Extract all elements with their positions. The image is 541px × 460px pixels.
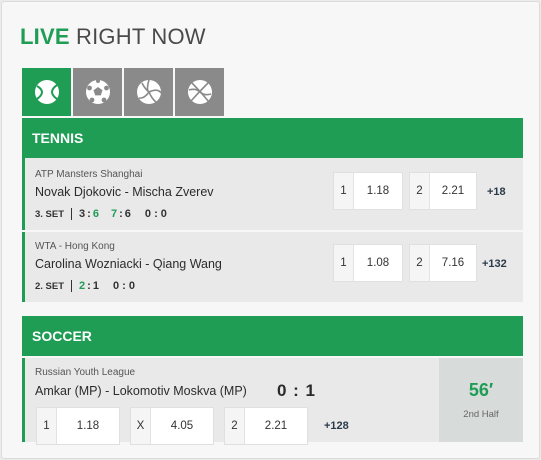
odd-button-2[interactable]: 2 7.16 — [409, 244, 477, 282]
odd-label: 2 — [410, 245, 430, 281]
odd-label: 1 — [334, 245, 354, 281]
set-score-away: 6 — [92, 208, 99, 220]
match-league: ATP Mansters Shanghai — [35, 169, 143, 180]
odd-button-2[interactable]: 2 2.21 — [224, 407, 308, 445]
current-set-home: 7 — [110, 208, 118, 220]
score-divider — [71, 280, 73, 292]
tab-basketball[interactable] — [175, 68, 224, 116]
game-score: 0 : 0 — [144, 208, 167, 220]
odd-value: 1.08 — [366, 257, 390, 269]
soccer-section-header: SOCCER — [22, 316, 523, 356]
more-markets-link[interactable]: +128 — [324, 420, 349, 432]
set-score-home: 3 — [79, 208, 86, 220]
odd-label: X — [131, 408, 151, 444]
odd-button-x[interactable]: X 4.05 — [130, 407, 214, 445]
set-score-colon: : — [87, 208, 91, 220]
tennis-section-header: TENNIS — [22, 118, 523, 158]
set-score-home: 2 — [79, 280, 86, 292]
match-league: WTA - Hong Kong — [35, 241, 115, 252]
odd-button-1[interactable]: 1 1.18 — [36, 407, 120, 445]
sport-tabs — [22, 68, 224, 116]
game-score: 0 : 0 — [112, 280, 135, 292]
tennis-match-row[interactable]: ATP Mansters Shanghai Novak Djokovic - M… — [22, 158, 523, 230]
more-markets-link[interactable]: +132 — [482, 258, 507, 270]
match-minute: 56′ — [468, 380, 494, 400]
match-teams: Amkar (MP) - Lokomotiv Moskva (MP) — [35, 384, 247, 398]
odd-value: 1.18 — [76, 420, 100, 432]
tennis-match-row[interactable]: WTA - Hong Kong Carolina Wozniacki - Qia… — [22, 232, 523, 302]
odd-label: 1 — [334, 173, 354, 209]
odd-label: 2 — [225, 408, 245, 444]
basketball-icon — [187, 80, 212, 104]
match-score-line: 3. SET 3 : 6 7 : 6 0 : 0 — [35, 208, 167, 220]
odd-button-1[interactable]: 1 1.08 — [333, 244, 403, 282]
match-score: 0 : 1 — [277, 381, 317, 400]
set-score-away: 1 — [92, 280, 99, 292]
more-markets-link[interactable]: +18 — [487, 186, 506, 198]
set-label: 2. SET — [35, 280, 65, 292]
odd-button-2[interactable]: 2 2.21 — [409, 172, 477, 210]
odd-value: 2.21 — [441, 185, 465, 197]
tab-tennis[interactable] — [22, 68, 71, 116]
set-score-colon: : — [87, 280, 91, 292]
live-widget: LIVE RIGHT NOW TENNIS ATP Mansters Shang… — [1, 1, 540, 459]
soccer-ball-icon — [85, 79, 110, 104]
match-teams: Novak Djokovic - Mischa Zverev — [35, 185, 214, 199]
match-clock: 56′ 2nd Half — [439, 358, 523, 442]
score-divider — [71, 208, 73, 220]
widget-title: LIVE RIGHT NOW — [20, 24, 206, 50]
tab-volleyball[interactable] — [124, 68, 173, 116]
title-right-now: RIGHT NOW — [69, 24, 206, 49]
odd-button-1[interactable]: 1 1.18 — [333, 172, 403, 210]
match-score-line: 2. SET 2 : 1 0 : 0 — [35, 280, 135, 292]
current-set-away: 6 — [124, 208, 131, 220]
odd-label: 1 — [37, 408, 57, 444]
odd-value: 1.18 — [366, 185, 390, 197]
tennis-ball-icon — [34, 80, 59, 104]
match-period: 2nd Half — [463, 409, 499, 420]
odd-value: 2.21 — [264, 420, 288, 432]
set-label: 3. SET — [35, 208, 65, 220]
soccer-match-row[interactable]: Russian Youth League Amkar (MP) - Lokomo… — [22, 358, 523, 445]
odd-value: 4.05 — [170, 420, 194, 432]
title-live: LIVE — [20, 24, 70, 49]
volleyball-icon — [136, 79, 162, 104]
odd-value: 7.16 — [441, 257, 465, 269]
tab-soccer[interactable] — [73, 68, 122, 116]
current-set-colon: : — [119, 208, 123, 220]
odd-label: 2 — [410, 173, 430, 209]
match-teams: Carolina Wozniacki - Qiang Wang — [35, 257, 222, 271]
match-league: Russian Youth League — [35, 367, 136, 378]
